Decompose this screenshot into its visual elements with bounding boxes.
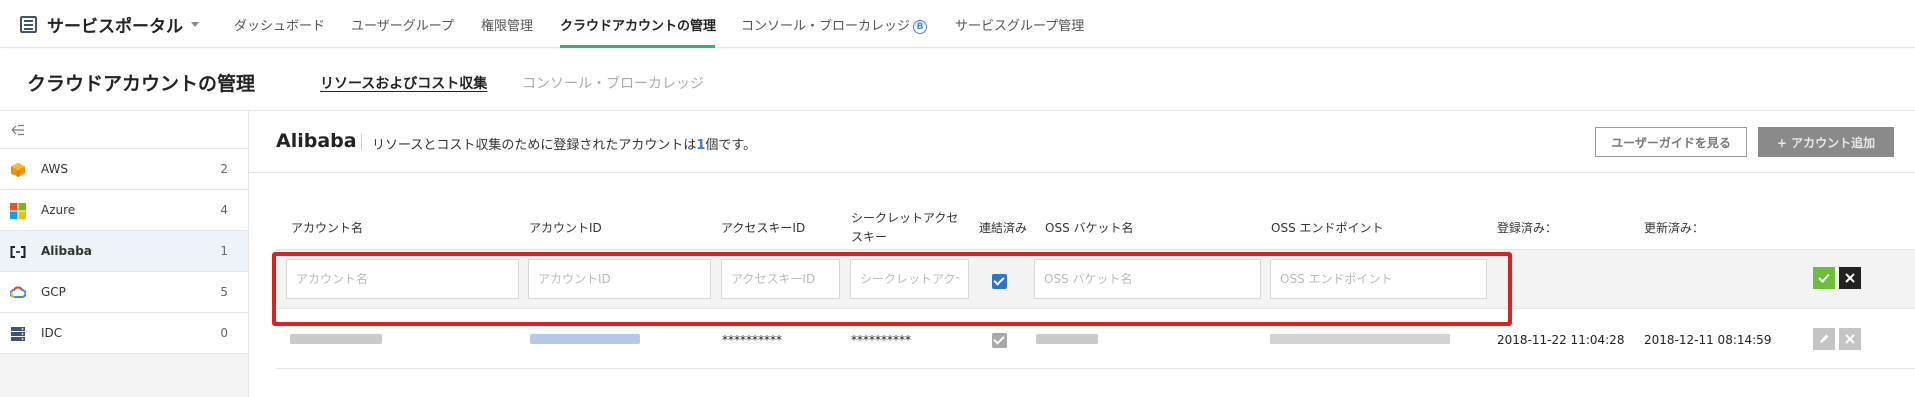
tab-console-brokerage[interactable]: コンソール・ブローカレッジ	[522, 73, 704, 93]
nav-console-brokerage[interactable]: コンソール・ブローカレッジ B	[741, 15, 928, 34]
tab-resource-cost[interactable]: リソースおよびコスト収集	[320, 73, 487, 93]
masked-account-name	[290, 334, 382, 344]
page-header: クラウドアカウントの管理 リソースおよびコスト収集 コンソール・ブローカレッジ	[0, 49, 1915, 111]
gcp-icon	[10, 286, 26, 298]
sidebar-item-count: 0	[220, 326, 228, 340]
page-title: クラウドアカウントの管理	[27, 73, 256, 95]
sidebar: AWS 2 Azure 4 Alibaba 1 GCP 5 IDC 0	[0, 111, 249, 397]
nav-cloud-account[interactable]: クラウドアカウントの管理	[560, 15, 716, 34]
sidebar-item-aws[interactable]: AWS 2	[0, 149, 248, 190]
sidebar-item-label: IDC	[41, 326, 63, 340]
sidebar-item-label: Alibaba	[41, 244, 92, 258]
content-header: Alibaba リソースとコスト収集のために登録されたアカウントは1個です。 ユ…	[250, 111, 1915, 173]
sidebar-item-alibaba[interactable]: Alibaba 1	[0, 231, 248, 272]
server-icon	[11, 327, 25, 341]
sidebar-item-count: 1	[220, 244, 228, 258]
column-header-updated: 更新済み：	[1644, 221, 1705, 235]
top-nav: サービスポータル ダッシュボード ユーザーグループ 権限管理 クラウドアカウント…	[0, 0, 1915, 48]
masked-oss-endpoint	[1270, 334, 1450, 344]
sidebar-collapse-row[interactable]	[0, 111, 248, 149]
column-header-oss-bucket: OSS バケット名	[1045, 221, 1134, 235]
linked-checkbox-readonly	[992, 333, 1007, 348]
add-account-button[interactable]: + アカウント追加	[1758, 127, 1894, 157]
close-icon	[1845, 334, 1855, 344]
sidebar-item-label: AWS	[41, 162, 69, 176]
masked-oss-bucket	[1036, 334, 1098, 344]
user-guide-button[interactable]: ユーザーガイドを見る	[1595, 127, 1747, 157]
column-header-secret-key-line2: スキー	[851, 230, 888, 244]
aws-icon	[11, 163, 25, 177]
description-text: リソースとコスト収集のために登録されたアカウントは	[372, 138, 697, 153]
grid-menu-icon	[20, 16, 37, 33]
nav-dashboard[interactable]: ダッシュボード	[234, 15, 325, 34]
sidebar-item-idc[interactable]: IDC 0	[0, 313, 248, 354]
confirm-button[interactable]	[1813, 267, 1835, 289]
provider-description: リソースとコスト収集のために登録されたアカウントは1個です。	[372, 134, 756, 153]
description-suffix: 個です。	[705, 138, 757, 153]
delete-button[interactable]	[1839, 328, 1861, 350]
access-key-value: **********	[722, 333, 782, 347]
secret-key-value: **********	[851, 333, 911, 347]
active-tab-indicator	[560, 45, 715, 48]
nav-permissions[interactable]: 権限管理	[481, 15, 533, 34]
column-header-oss-endpoint: OSS エンドポイント	[1271, 221, 1384, 235]
sidebar-item-count: 2	[220, 162, 228, 176]
highlight-box	[272, 252, 1512, 326]
collapse-left-icon[interactable]	[11, 124, 25, 136]
sidebar-item-gcp[interactable]: GCP 5	[0, 272, 248, 313]
registered-date: 2018-11-22 11:04:28	[1497, 333, 1625, 347]
nav-user-group[interactable]: ユーザーグループ	[351, 15, 454, 34]
provider-name: Alibaba	[276, 130, 357, 152]
masked-account-id-link[interactable]	[530, 334, 640, 344]
edit-button[interactable]	[1813, 328, 1835, 350]
nav-console-brokerage-label: コンソール・ブローカレッジ	[741, 19, 911, 34]
check-icon	[1818, 273, 1830, 283]
beta-badge: B	[913, 20, 928, 34]
alibaba-icon	[10, 246, 26, 258]
azure-icon	[10, 203, 26, 219]
brand[interactable]: サービスポータル	[20, 12, 199, 37]
sidebar-item-count: 5	[220, 285, 228, 299]
column-header-registered: 登録済み：	[1497, 221, 1558, 235]
nav-service-group[interactable]: サービスグループ管理	[955, 15, 1084, 34]
sidebar-item-count: 4	[220, 203, 228, 217]
close-icon	[1845, 273, 1855, 283]
column-header-account-id: アカウントID	[529, 221, 602, 235]
sidebar-item-azure[interactable]: Azure 4	[0, 190, 248, 231]
pencil-icon	[1820, 334, 1829, 343]
cancel-button[interactable]	[1839, 267, 1861, 289]
column-header-account-name: アカウント名	[291, 221, 364, 235]
sidebar-item-label: GCP	[41, 285, 66, 299]
column-header-secret-key-line1: シークレットアクセ	[851, 211, 959, 225]
brand-title: サービスポータル	[47, 17, 183, 37]
column-header-secret-key: シークレットアクセ スキー	[851, 209, 958, 247]
updated-date: 2018-12-11 08:14:59	[1644, 333, 1772, 347]
divider	[361, 134, 362, 150]
column-header-linked: 連結済み	[979, 221, 1028, 235]
column-header-access-key: アクセスキーID	[721, 221, 806, 235]
sidebar-item-label: Azure	[41, 203, 76, 217]
chevron-down-icon	[191, 22, 199, 27]
